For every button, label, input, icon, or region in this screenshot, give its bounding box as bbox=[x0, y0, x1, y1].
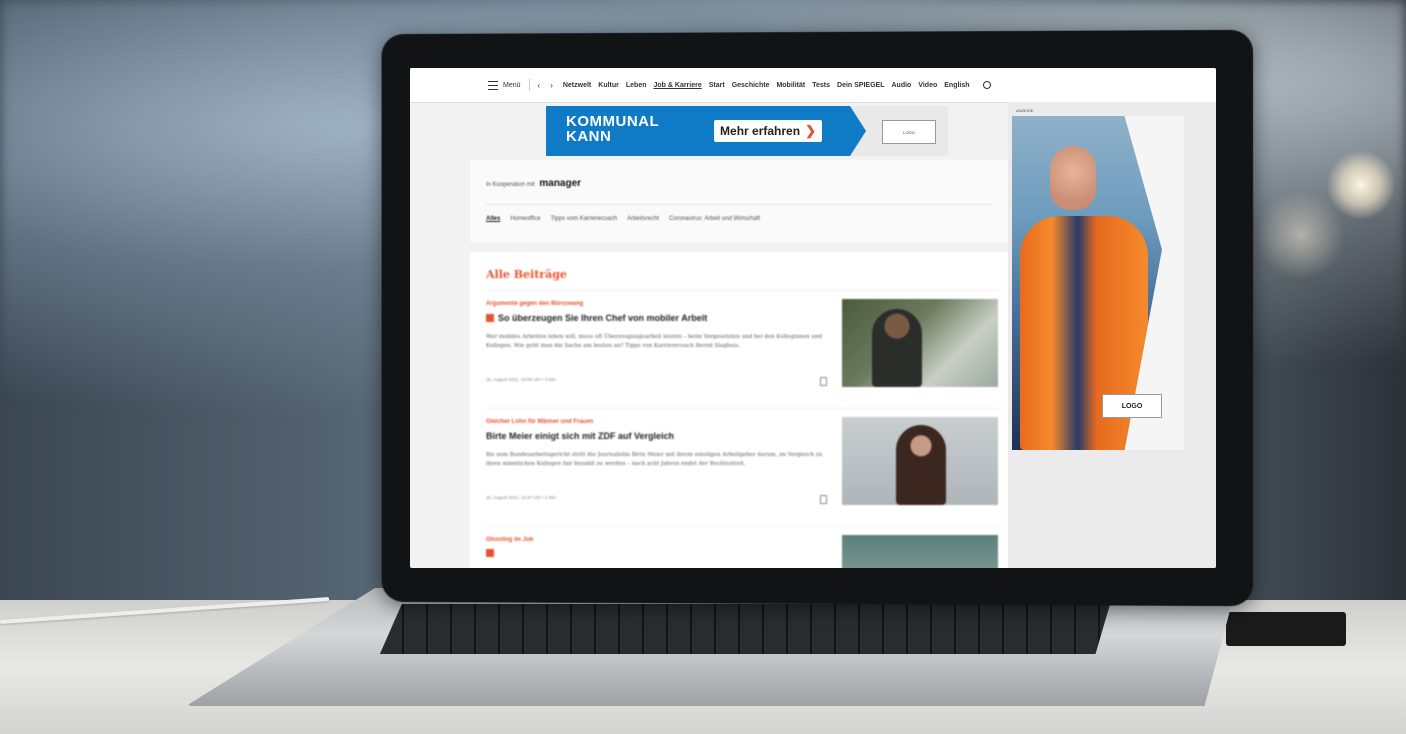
nav-item-start[interactable]: Start bbox=[709, 82, 725, 89]
article-kicker: Argumente gegen den Bürozwang bbox=[486, 301, 584, 307]
nav-item-tests[interactable]: Tests bbox=[812, 82, 830, 89]
chevron-right-icon: ❯ bbox=[805, 123, 816, 138]
topic-tabs: Alles Homeoffice Tipps vom Karrierecoach… bbox=[486, 216, 760, 222]
tab-karrierecoach[interactable]: Tipps vom Karrierecoach bbox=[551, 216, 617, 222]
ad-label: ANZEIGE bbox=[1016, 108, 1034, 113]
nav-item-kultur[interactable]: Kultur bbox=[598, 82, 619, 89]
menu-label[interactable]: Menü bbox=[503, 82, 521, 89]
nav-item-mobilitaet[interactable]: Mobilität bbox=[776, 82, 805, 89]
article-item[interactable]: Argumente gegen den Bürozwang So überzeu… bbox=[486, 290, 998, 409]
nav-item-english[interactable]: English bbox=[944, 82, 969, 89]
nav-item-video[interactable]: Video bbox=[918, 82, 937, 89]
ad-logo: LOGO bbox=[882, 120, 936, 144]
ad-title-line2: KANN bbox=[566, 128, 612, 145]
nav-divider bbox=[528, 79, 530, 91]
article-teaser: Bis zum Bundesarbeitsgericht stritt die … bbox=[486, 452, 823, 467]
ad-cta-label: Mehr erfahren bbox=[720, 124, 801, 138]
top-ad-banner[interactable]: KOMMUNAL KANN Mehr erfahren ❯ LOGO bbox=[546, 106, 948, 156]
article-item[interactable]: Gleicher Lohn für Männer und Frauen Birt… bbox=[486, 408, 998, 527]
tab-homeoffice[interactable]: Homeoffice bbox=[510, 216, 540, 222]
bookmark-icon[interactable] bbox=[820, 495, 827, 504]
article-headline-row[interactable]: So überzeugen Sie Ihren Chef von mobiler… bbox=[486, 313, 707, 323]
ad-blue-area: KOMMUNAL KANN Mehr erfahren ❯ bbox=[546, 106, 866, 156]
ad-cta-button[interactable]: Mehr erfahren ❯ bbox=[714, 120, 822, 142]
nav-item-dein-spiegel[interactable]: Dein SPIEGEL bbox=[837, 82, 884, 89]
sidebar-ad-logo: LOGO bbox=[1102, 394, 1162, 418]
article-headline[interactable]: Birte Meier einigt sich mit ZDF auf Verg… bbox=[486, 431, 674, 441]
article-image[interactable] bbox=[842, 299, 998, 387]
bokeh-light bbox=[1326, 150, 1396, 220]
cooperation-line: In Kooperation mit manager bbox=[486, 178, 581, 189]
ad-title: KOMMUNAL KANN bbox=[566, 114, 659, 144]
ad-title-line1: KOMMUNAL bbox=[566, 113, 660, 130]
cooperation-prefix: In Kooperation mit bbox=[486, 182, 535, 188]
person-figure bbox=[872, 309, 922, 387]
chevron-left-icon[interactable]: ‹ bbox=[538, 81, 541, 90]
article-image[interactable] bbox=[842, 417, 998, 505]
spiegel-plus-icon bbox=[486, 314, 494, 322]
tab-alles[interactable]: Alles bbox=[486, 216, 500, 222]
laptop-screen: Menü ‹ › Netzwelt Kultur Leben Job & Kar… bbox=[410, 68, 1216, 568]
nav-item-leben[interactable]: Leben bbox=[626, 82, 647, 89]
sidebar-ad[interactable]: ANZEIGE LOGO bbox=[1008, 102, 1216, 568]
tab-arbeitsrecht[interactable]: Arbeitsrecht bbox=[627, 216, 659, 222]
tab-coronavirus[interactable]: Coronavirus: Arbeit und Wirtschaft bbox=[669, 216, 760, 222]
laptop-keyboard bbox=[380, 604, 1110, 654]
spiegel-plus-icon bbox=[486, 549, 494, 557]
partner-logo[interactable]: manager bbox=[539, 178, 581, 189]
article-kicker: Ghosting im Job bbox=[486, 537, 534, 543]
search-icon[interactable] bbox=[982, 81, 991, 89]
article-meta: 25. August 2021, 10:47 Uhr • 2 Min bbox=[486, 495, 556, 500]
top-navigation: Menü ‹ › Netzwelt Kultur Leben Job & Kar… bbox=[410, 68, 1216, 103]
article-feed: Alle Beiträge Argumente gegen den Bürozw… bbox=[470, 252, 1008, 568]
nav-item-job-karriere[interactable]: Job & Karriere bbox=[654, 82, 702, 89]
power-plug bbox=[1226, 612, 1346, 646]
article-headline-row[interactable] bbox=[486, 549, 498, 557]
divider bbox=[486, 204, 992, 205]
article-headline[interactable]: So überzeugen Sie Ihren Chef von mobiler… bbox=[498, 313, 707, 323]
article-kicker: Gleicher Lohn für Männer und Frauen bbox=[486, 419, 594, 425]
article-teaser: Wer mobiles Arbeiten leben will, muss of… bbox=[486, 334, 822, 349]
nav-item-netzwelt[interactable]: Netzwelt bbox=[563, 82, 591, 89]
cooperation-box: In Kooperation mit manager Alles Homeoff… bbox=[470, 160, 1008, 242]
worker-head bbox=[1050, 146, 1096, 210]
article-item[interactable]: Ghosting im Job bbox=[486, 526, 998, 568]
feed-title: Alle Beiträge bbox=[486, 268, 567, 281]
hamburger-menu-icon[interactable] bbox=[488, 80, 498, 90]
article-image[interactable] bbox=[842, 535, 998, 568]
bookmark-icon[interactable] bbox=[820, 377, 827, 386]
nav-item-audio[interactable]: Audio bbox=[891, 82, 911, 89]
article-meta: 25. August 2021, 10:06 Uhr • 3 Min bbox=[486, 377, 556, 382]
article-headline-row[interactable]: Birte Meier einigt sich mit ZDF auf Verg… bbox=[486, 431, 674, 441]
person-figure bbox=[896, 425, 946, 505]
nav-item-geschichte[interactable]: Geschichte bbox=[732, 82, 770, 89]
chevron-right-icon[interactable]: › bbox=[550, 81, 553, 90]
